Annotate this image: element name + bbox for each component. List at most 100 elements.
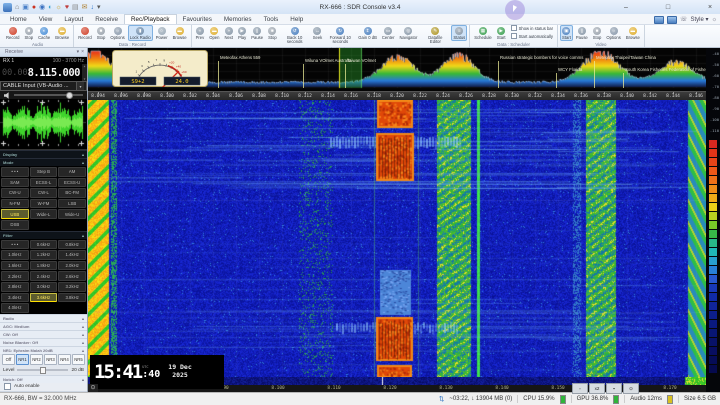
filter-3.0khz[interactable]: 3.0kHz: [30, 282, 58, 292]
mode-w-fm[interactable]: W-FM: [30, 199, 58, 209]
ribbon-button-start[interactable]: ▶Start: [495, 25, 508, 41]
mode-wide-u[interactable]: Wide-U: [58, 209, 86, 219]
record-icon[interactable]: ●: [32, 3, 36, 12]
collapse-arrow-icon[interactable]: ▴: [82, 152, 84, 157]
collapse-arrow-icon[interactable]: ▴: [82, 332, 84, 337]
noise-reduction-row[interactable]: NR1: Ephraim Malah 20dB ▴: [0, 346, 87, 354]
checkbox-show-in-status-bar[interactable]: Show in status bar: [511, 25, 553, 31]
volume-slider[interactable]: [14, 94, 83, 96]
ribbon-button-play[interactable]: ▶Play: [236, 25, 248, 41]
tab-view[interactable]: View: [33, 15, 59, 24]
ribbon-button-options[interactable]: ☼Options: [604, 25, 622, 41]
ribbon-button-gain-0-db[interactable]: ↥Gain 0 dB: [356, 25, 379, 41]
nr-button-nr4[interactable]: NR4: [58, 354, 71, 365]
ribbon-button-record[interactable]: Record: [76, 25, 94, 41]
mode-section-header[interactable]: Mode ▴: [0, 158, 87, 166]
nr-button-nr5[interactable]: NR5: [72, 354, 85, 365]
collapse-arrow-icon[interactable]: ▴: [82, 377, 84, 382]
ribbon-button-seek[interactable]: ↔Seek: [311, 25, 325, 41]
ribbon-button-status[interactable]: ≡Status: [451, 25, 467, 41]
ribbon-button-pause[interactable]: ∥Pause: [249, 25, 265, 41]
collapse-arrow-icon[interactable]: ▴: [82, 233, 84, 238]
ribbon-button-options[interactable]: ☼Options: [108, 25, 126, 41]
settings-gear-icon[interactable]: ☼: [712, 17, 718, 23]
frequency-display[interactable]: 00.008.115.000 ▲▼: [0, 64, 87, 81]
maximize-button[interactable]: □: [662, 4, 674, 11]
ribbon-button-datafile-editor[interactable]: ✎Datafile Editor: [420, 25, 450, 46]
filter-2.0khz[interactable]: 2.0kHz: [58, 261, 86, 271]
ribbon-button-stop[interactable]: ■Stop: [266, 25, 279, 41]
filter-1.2khz[interactable]: 1.2kHz: [30, 250, 58, 260]
audio-device-dropdown[interactable]: CABLE Input (VB-Audio ... ▾: [0, 81, 87, 91]
nr-button-nr1[interactable]: NR1: [16, 354, 29, 365]
tune-icon[interactable]: ◉: [39, 3, 45, 12]
panel-menu-icon[interactable]: ▾: [77, 49, 80, 55]
frequency-spinner[interactable]: ▲▼: [82, 64, 87, 81]
mode-dsb[interactable]: DSB: [1, 220, 29, 230]
filter-2.8khz[interactable]: 2.8kHz: [1, 282, 29, 292]
memories-icon[interactable]: ▤: [72, 3, 79, 12]
tab-memories[interactable]: Memories: [218, 15, 258, 24]
ribbon-button-record[interactable]: Record: [4, 25, 22, 41]
filter-3.8khz[interactable]: 3.8kHz: [58, 293, 86, 303]
filter-2.6khz[interactable]: 2.6kHz: [58, 271, 86, 281]
tab-receive[interactable]: Receive: [89, 15, 124, 24]
agc-row[interactable]: AGC: Medium ▴: [0, 322, 87, 330]
mode-am[interactable]: AM: [58, 167, 86, 177]
mode-cw-u[interactable]: CW-U: [1, 188, 29, 198]
tab-help[interactable]: Help: [284, 15, 309, 24]
ribbon-button-open[interactable]: ▬Open: [207, 25, 221, 41]
filter-3.6khz[interactable]: 3.6kHz: [30, 293, 58, 303]
notch-row[interactable]: Notch: Off ▴: [0, 375, 87, 383]
minimize-button[interactable]: –: [620, 4, 632, 11]
options-icon[interactable]: ☼: [55, 3, 61, 12]
ribbon-button-forward-10-seconds[interactable]: ↻Forward 10 seconds: [325, 25, 355, 46]
filter-2.2khz[interactable]: 2.2kHz: [1, 271, 29, 281]
tab-home[interactable]: Home: [4, 15, 33, 24]
radio-section-header[interactable]: Radio ▴: [0, 314, 87, 322]
collapse-arrow-icon[interactable]: ▴: [82, 324, 84, 329]
filter-1.4khz[interactable]: 1.4kHz: [58, 250, 86, 260]
mode-step-b[interactable]: Step B: [30, 167, 58, 177]
close-button[interactable]: ×: [704, 4, 716, 11]
collapse-arrow-icon[interactable]: ▴: [82, 340, 84, 345]
ribbon-button-stop[interactable]: ■Stop: [591, 25, 604, 41]
mode-ecss-l[interactable]: ECSS-L: [30, 178, 58, 188]
ribbon-button-browse[interactable]: ▬Browse: [171, 25, 189, 41]
filter-2.4khz[interactable]: 2.4kHz: [30, 271, 58, 281]
tab-layout[interactable]: Layout: [58, 15, 89, 24]
mode-n-fm[interactable]: N-FM: [1, 199, 29, 209]
panel-close-icon[interactable]: ×: [81, 49, 84, 55]
mode-sam[interactable]: SAM: [1, 178, 29, 188]
ribbon-button-browse[interactable]: ▬Browse: [624, 25, 642, 41]
filter-4.0khz[interactable]: 4.0kHz: [1, 303, 29, 313]
waterfall-display[interactable]: [88, 100, 706, 377]
mail-icon[interactable]: ✉: [82, 3, 88, 12]
nr-button-nr2[interactable]: NR2: [30, 354, 43, 365]
ribbon-button-navigator[interactable]: ◎Navigator: [397, 25, 419, 41]
tab-rec-playback[interactable]: Rec/Playback: [124, 14, 177, 24]
home-icon[interactable]: ⌂: [15, 3, 19, 12]
filter-0.6khz[interactable]: 0.6kHz: [30, 240, 58, 250]
ribbon-button-browse[interactable]: ▬Browse: [53, 25, 71, 41]
download-icon[interactable]: ↓: [91, 3, 95, 12]
style-selector[interactable]: Style ▾: [690, 16, 708, 23]
ribbon-button-stop[interactable]: ■Stop: [23, 25, 36, 41]
filter--[interactable]: • • •: [1, 240, 29, 250]
checkbox-start-automatically[interactable]: Start automatically: [511, 33, 553, 39]
ribbon-button-stop[interactable]: ■Stop: [95, 25, 108, 41]
band-overview-reset-icon[interactable]: ⊙: [88, 384, 98, 392]
nr-button-nr3[interactable]: NR3: [44, 354, 57, 365]
pan-button[interactable]: ▫: [572, 383, 588, 394]
filter-1.8khz[interactable]: 1.8kHz: [30, 261, 58, 271]
filter-3.2khz[interactable]: 3.2kHz: [58, 282, 86, 292]
ribbon-button-pause[interactable]: ∥Pause: [574, 25, 590, 41]
mode-ecss-u[interactable]: ECSS-U: [58, 178, 86, 188]
filter-1.6khz[interactable]: 1.6kHz: [1, 261, 29, 271]
receiver-panel-header[interactable]: Receive ▾ ×: [0, 48, 87, 57]
tab-favourites[interactable]: Favourites: [177, 15, 218, 24]
mode-wide-l[interactable]: Wide-L: [30, 209, 58, 219]
filter-1.0khz[interactable]: 1.0kHz: [1, 250, 29, 260]
filter-3.4khz[interactable]: 3.4kHz: [1, 293, 29, 303]
layout-icon[interactable]: [654, 16, 664, 24]
